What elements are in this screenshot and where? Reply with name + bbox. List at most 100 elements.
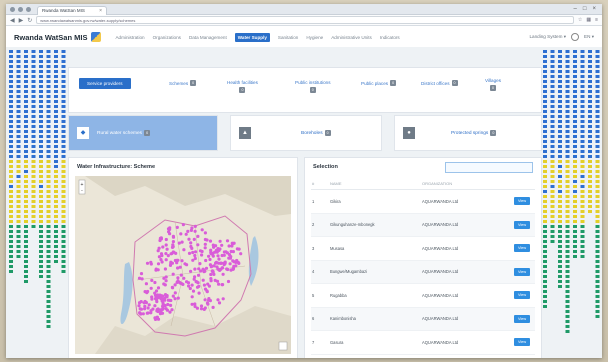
browser-menu-icon[interactable]: ≡ — [595, 17, 598, 23]
window-close-icon[interactable]: × — [592, 6, 596, 12]
decor-dot — [543, 270, 547, 273]
decor-dot — [9, 110, 13, 113]
filter-health-facilities[interactable]: Health facilities 0 — [227, 80, 258, 93]
scheme-marker — [180, 240, 184, 244]
table-row[interactable]: 5 Rugabba AQUARWANDA Ltd View — [311, 283, 535, 308]
decor-dot — [595, 155, 600, 158]
scheme-marker — [170, 285, 174, 289]
menu-administration[interactable]: Administration — [115, 35, 144, 40]
menu-indicators[interactable]: Indicators — [380, 35, 400, 40]
decor-dot — [558, 245, 562, 248]
table-row[interactable]: 3 Musasa AQUARWANDA Ltd View — [311, 236, 535, 261]
decor-dot — [61, 100, 66, 103]
view-button[interactable]: View — [514, 291, 531, 300]
view-button[interactable]: View — [514, 220, 531, 229]
back-icon[interactable]: ◀ — [10, 17, 15, 24]
scheme-marker — [191, 289, 196, 293]
decor-dot — [543, 125, 547, 128]
view-button[interactable]: View — [514, 267, 531, 276]
decor-dot — [16, 220, 21, 223]
menu-sanitation[interactable]: Sanitation — [278, 35, 298, 40]
decor-dot — [565, 220, 570, 223]
app-brand[interactable]: Rwanda WatSan MIS — [14, 33, 87, 42]
table-row[interactable]: 6 Kanimbonisha AQUARWANDA Ltd View — [311, 307, 535, 331]
main-menu: Administration Organizations Data Manage… — [115, 32, 400, 42]
browser-tab[interactable]: Rwanda WatSan MIS × — [37, 5, 107, 15]
decor-dot — [573, 170, 577, 173]
scheme-map[interactable]: + - — [75, 176, 291, 354]
language-menu[interactable]: EN ▾ — [584, 34, 594, 40]
decor-dot — [24, 255, 28, 258]
table-row[interactable]: 2 Gikunguhanze-mbonegk AQUARWANDA Ltd View — [311, 213, 535, 237]
extensions-icon[interactable]: ▦ — [586, 17, 591, 23]
table-row[interactable]: 1 Gikira AQUARWANDA Ltd View — [311, 189, 535, 214]
table-row[interactable]: 7 Gasura AQUARWANDA Ltd View — [311, 330, 535, 355]
menu-water-supply[interactable]: Water Supply — [234, 32, 270, 42]
filter-villages[interactable]: Villages 0 — [485, 78, 501, 91]
close-icon[interactable]: × — [99, 8, 102, 14]
table-row[interactable]: 4 Bungwe/Mugambazi AQUARWANDA Ltd View — [311, 260, 535, 284]
decor-dot — [46, 250, 51, 253]
minimize-icon[interactable]: – — [574, 6, 577, 12]
decor-dot — [565, 185, 570, 188]
filter-service-providers[interactable]: Service providers — [79, 78, 131, 89]
decor-dot — [39, 240, 43, 243]
menu-organizations[interactable]: Organizations — [153, 35, 181, 40]
user-menu[interactable]: Landing System ▾ — [530, 34, 567, 40]
scheme-marker — [164, 237, 168, 242]
decor-dot — [565, 310, 570, 313]
decor-dot — [595, 90, 600, 93]
decor-dot — [24, 185, 28, 188]
decor-dot — [580, 210, 585, 213]
scheme-marker — [185, 280, 189, 284]
url-field[interactable]: www.rwandawatsanmis.gov.rw/water-supply/… — [36, 16, 574, 24]
map-canvas[interactable]: + - — [75, 176, 291, 354]
tile-boreholes[interactable]: ▲ Boreholes 0 — [230, 115, 382, 151]
decor-dot — [543, 225, 547, 228]
scheme-marker — [150, 278, 154, 282]
decor-dot — [550, 135, 555, 138]
menu-administrative-units[interactable]: Administrative Units — [331, 35, 372, 40]
scheme-marker — [153, 304, 157, 308]
decor-dot — [558, 185, 562, 188]
decor-dot — [543, 200, 547, 203]
decor-dot — [16, 80, 21, 83]
tile-protected-springs[interactable]: ● Protected springs 0 — [394, 115, 542, 151]
scheme-marker — [180, 259, 184, 263]
filter-public-institutions[interactable]: Public institutions 0 — [295, 80, 331, 93]
view-button[interactable]: View — [514, 314, 531, 323]
menu-hygiene[interactable]: Hygiene — [306, 35, 323, 40]
tile-rural-water-schemes[interactable]: ◆ Rural water schemes 0 — [68, 115, 218, 151]
view-button[interactable]: View — [514, 338, 531, 347]
notification-icon[interactable] — [571, 33, 580, 41]
decor-dot — [54, 50, 58, 53]
forward-icon[interactable]: ▶ — [19, 17, 24, 24]
scheme-marker — [203, 246, 207, 250]
decor-dot — [588, 65, 592, 68]
filter-schemes[interactable]: Schemes 0 — [169, 80, 197, 86]
selection-search-input[interactable] — [445, 162, 533, 173]
decor-dot — [61, 270, 66, 273]
decor-dot — [31, 145, 36, 148]
decor-dot — [580, 225, 585, 228]
col-organization[interactable]: ORGANIZATION — [421, 177, 513, 190]
maximize-icon[interactable]: □ — [583, 6, 587, 12]
mac-window-buttons[interactable] — [10, 6, 31, 12]
menu-data-management[interactable]: Data Management — [189, 35, 227, 40]
scheme-marker — [173, 297, 177, 301]
view-button[interactable]: View — [514, 244, 531, 253]
col-name[interactable]: NAME — [329, 177, 421, 190]
scheme-marker — [139, 307, 143, 311]
view-button[interactable]: View — [514, 197, 531, 206]
star-icon[interactable]: ☆ — [578, 17, 582, 23]
filter-public-places[interactable]: Public places 0 — [361, 80, 397, 86]
col-index[interactable]: # — [311, 177, 329, 190]
decor-dot — [565, 105, 570, 108]
decor-dot — [61, 160, 66, 163]
filter-district-offices[interactable]: District offices 0 — [421, 80, 458, 86]
reload-icon[interactable]: ↻ — [27, 17, 32, 24]
decor-dot — [543, 90, 547, 93]
scheme-marker — [166, 227, 171, 231]
scheme-marker — [203, 231, 207, 235]
decor-dot — [550, 80, 555, 83]
